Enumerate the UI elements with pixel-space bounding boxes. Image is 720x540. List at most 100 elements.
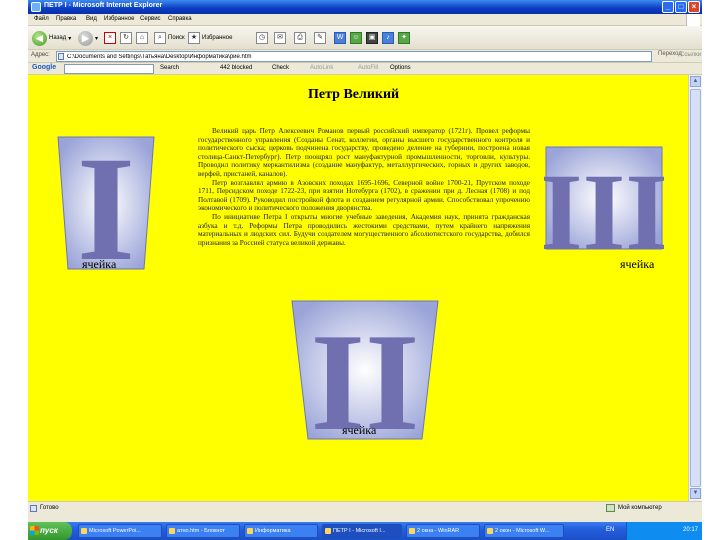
google-search-input[interactable] (64, 64, 154, 74)
menu-file[interactable]: Файл (34, 16, 49, 22)
research-button[interactable]: ▣ (366, 30, 378, 46)
scroll-up-icon[interactable]: ▲ (690, 76, 701, 87)
favorites-button[interactable]: ★ Избранное (188, 30, 232, 46)
taskbar-item-label: 2 окон - Microsoft W... (495, 528, 550, 534)
discuss-icon: ✦ (398, 32, 410, 44)
cell-two[interactable]: II ячейка (290, 299, 440, 443)
discuss-button[interactable]: ✦ (398, 30, 410, 46)
back-arrow-icon: ◀ (32, 30, 47, 46)
article-text: Великий царь Петр Алексеевич Романов пер… (198, 127, 530, 247)
menu-view[interactable]: Вид (86, 16, 97, 22)
search-button[interactable]: ⌕ Поиск (154, 30, 185, 46)
links-label[interactable]: Ссылки (680, 52, 701, 58)
go-button[interactable]: Переход (658, 51, 682, 57)
roman-numeral-one-graphic: I (57, 131, 155, 275)
menu-favorites[interactable]: Избранное (104, 16, 134, 22)
media-icon: ♪ (382, 32, 394, 44)
roman-numeral-two-graphic: II (291, 300, 439, 443)
google-search-button[interactable]: Search (160, 65, 179, 71)
taskbar-item-folder[interactable]: Информатика (244, 524, 318, 538)
system-tray: 20:17 (626, 522, 702, 540)
taskbar-item-label: Информатика (255, 528, 291, 534)
home-button[interactable]: ⌂ (136, 30, 148, 46)
cell-numeral: I (77, 131, 135, 275)
history-icon: ◷ (256, 32, 268, 44)
autofill-button[interactable]: AutoFill (358, 65, 378, 71)
cell-three[interactable]: III ячейка (544, 143, 664, 271)
status-bar: Готово Мой компьютер (28, 501, 702, 522)
menu-help[interactable]: Справка (168, 16, 192, 22)
taskbar-item-label: Microsoft PowerPoi... (89, 528, 141, 534)
window-title: ПЕТР I - Microsoft Internet Explorer (44, 2, 163, 9)
security-zone: Мой компьютер (618, 505, 662, 511)
history-button[interactable]: ◷ (256, 30, 268, 46)
cell-label: ячейка (82, 257, 117, 271)
word-button[interactable]: W (334, 30, 346, 46)
menu-edit[interactable]: Правка (56, 16, 76, 22)
edit-button[interactable]: ✎ (314, 30, 326, 46)
paragraph: Петр возглавлял армию в Азовских походах… (198, 178, 530, 213)
close-button[interactable]: × (688, 1, 700, 13)
maximize-button[interactable]: □ (675, 1, 687, 13)
menu-bar: Файл Правка Вид Избранное Сервис Справка (28, 14, 702, 26)
page-content: Петр Великий Великий царь Петр Алексееви… (28, 75, 702, 501)
clock[interactable]: 20:17 (683, 527, 698, 533)
title-bar[interactable]: ПЕТР I - Microsoft Internet Explorer _ □… (28, 0, 702, 14)
scroll-down-icon[interactable]: ▼ (690, 488, 701, 499)
standard-toolbar: ◀ Назад ▾ ▶ ▾ × ↻ ⌂ ⌕ Поиск ★ Избранное … (28, 26, 702, 50)
page-title: Петр Великий (308, 87, 400, 102)
taskbar-item-notepad[interactable]: атно.htm - Блокнот (166, 524, 240, 538)
ie-icon (325, 528, 331, 534)
refresh-button[interactable]: ↻ (120, 30, 132, 46)
stop-button[interactable]: × (104, 30, 116, 46)
forward-button[interactable]: ▶ ▾ (78, 30, 98, 46)
taskbar: пуск Microsoft PowerPoi... атно.htm - Бл… (28, 522, 702, 540)
start-button[interactable]: пуск (28, 522, 72, 540)
cell-one[interactable]: I ячейка (56, 131, 156, 275)
scroll-thumb[interactable] (690, 89, 701, 487)
menu-tools[interactable]: Сервис (140, 16, 161, 22)
mail-icon: ✉ (274, 32, 286, 44)
taskbar-item-powerpoint[interactable]: Microsoft PowerPoi... (78, 524, 162, 538)
word-icon: W (334, 32, 346, 44)
taskbar-item-label: атно.htm - Блокнот (177, 528, 225, 534)
print-button[interactable]: ⎙ (294, 30, 306, 46)
spell-check-button[interactable]: Check (272, 65, 289, 71)
google-toolbar: Google Search 442 blocked Check AutoLink… (28, 63, 702, 75)
media-button[interactable]: ♪ (382, 30, 394, 46)
research-icon: ▣ (366, 32, 378, 44)
options-button[interactable]: Options (390, 65, 411, 71)
windows-flag-icon (686, 14, 700, 26)
cell-label: ячейка (342, 423, 377, 437)
taskbar-item-label: 2 окна - WinRAR (417, 528, 460, 534)
back-button[interactable]: ◀ Назад ▾ (32, 30, 71, 46)
ie-icon (31, 2, 41, 12)
taskbar-item-winrar[interactable]: 2 окна - WinRAR (406, 524, 480, 538)
chevron-down-icon: ▾ (68, 35, 72, 42)
language-indicator[interactable]: EN (606, 527, 614, 533)
autolink-button[interactable]: AutoLink (310, 65, 333, 71)
address-bar: Адрес: Переход Ссылки (28, 50, 702, 63)
home-icon: ⌂ (136, 32, 148, 44)
mail-button[interactable]: ✉ (274, 30, 286, 46)
google-logo[interactable]: Google (32, 64, 56, 71)
popup-blocker-button[interactable]: 442 blocked (220, 65, 252, 71)
taskbar-item-word[interactable]: 2 окон - Microsoft W... (484, 524, 564, 538)
vertical-scrollbar[interactable]: ▲ ▼ (688, 75, 702, 501)
winrar-icon (409, 528, 415, 534)
address-input[interactable] (56, 51, 652, 62)
cell-label: ячейка (620, 257, 655, 271)
back-label: Назад (49, 35, 67, 41)
status-text: Готово (40, 505, 59, 511)
messenger-button[interactable]: ☺ (350, 30, 362, 46)
paragraph: Великий царь Петр Алексеевич Романов пер… (198, 127, 530, 178)
folder-icon (247, 528, 253, 534)
paragraph: По инициативе Петра I открыты многие уче… (198, 212, 530, 247)
powerpoint-icon (81, 528, 87, 534)
page-done-icon (30, 505, 37, 512)
minimize-button[interactable]: _ (662, 1, 674, 13)
taskbar-item-ie[interactable]: ПЕТР I - Microsoft I... (322, 524, 402, 538)
edit-icon: ✎ (314, 32, 326, 44)
refresh-icon: ↻ (120, 32, 132, 44)
star-icon: ★ (188, 32, 200, 44)
